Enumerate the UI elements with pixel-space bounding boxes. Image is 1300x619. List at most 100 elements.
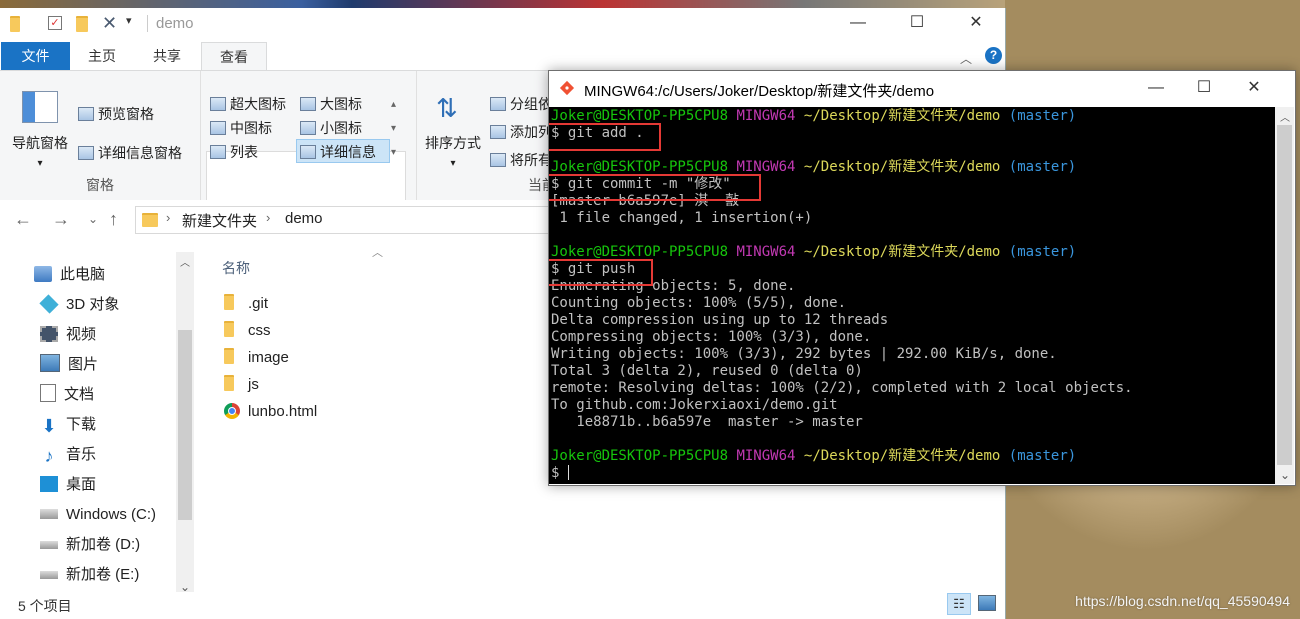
nav-item-drive-e[interactable]: 新加卷 (E:) bbox=[40, 560, 139, 590]
breadcrumb-item[interactable]: demo bbox=[285, 210, 323, 227]
small-icons-icon bbox=[300, 121, 316, 135]
terminal-scrollbar[interactable]: ︿ ⌄ bbox=[1275, 107, 1294, 484]
navigation-pane-button[interactable]: 导航窗格 ▾ bbox=[10, 133, 70, 169]
maximize-button[interactable]: ☐ bbox=[1189, 77, 1219, 99]
windows-drive-icon bbox=[40, 509, 58, 519]
breadcrumb-item[interactable]: 新建文件夹 bbox=[182, 210, 257, 231]
new-folder-icon[interactable] bbox=[76, 16, 90, 32]
layout-scroll-arrows[interactable]: ▴ ▾ ▾ bbox=[391, 93, 396, 165]
chrome-icon bbox=[224, 403, 240, 419]
add-columns-button[interactable]: 添加列 bbox=[490, 122, 552, 142]
minimize-button[interactable]: — bbox=[1141, 77, 1171, 99]
properties-icon[interactable]: ✓ bbox=[48, 16, 62, 30]
nav-item-this-pc[interactable]: 此电脑 bbox=[34, 260, 105, 290]
folder-icon bbox=[224, 348, 234, 364]
folder-icon bbox=[142, 213, 158, 227]
details-pane-button[interactable]: 详细信息窗格 bbox=[78, 143, 182, 163]
text-cursor bbox=[567, 465, 569, 480]
sort-by-button[interactable]: 排序方式 ▾ bbox=[422, 133, 484, 169]
explorer-titlebar: ✓ ✕ ▾ demo — ☐ ✕ bbox=[0, 8, 1005, 40]
output-line: Total 3 (delta 2), reused 0 (delta 0) bbox=[551, 363, 863, 379]
breadcrumb-separator-icon: › bbox=[166, 210, 171, 225]
nav-item-downloads[interactable]: ⬇ 下载 bbox=[40, 410, 96, 440]
drive-icon bbox=[40, 541, 58, 549]
output-line: Compressing objects: 100% (3/3), done. bbox=[551, 329, 872, 345]
tab-file[interactable]: 文件 bbox=[1, 42, 70, 70]
chevron-down-icon[interactable]: ▾ bbox=[126, 14, 140, 28]
scroll-up-icon[interactable]: ︿ bbox=[1280, 109, 1290, 124]
tab-share[interactable]: 共享 bbox=[145, 42, 189, 70]
nav-item-3d-objects[interactable]: 3D 对象 bbox=[39, 290, 119, 320]
details-view-icon[interactable]: ☷ bbox=[947, 593, 971, 615]
delete-icon[interactable]: ✕ bbox=[102, 13, 117, 33]
input-line[interactable]: $ bbox=[551, 465, 569, 482]
size-columns-button[interactable]: 将所有 bbox=[490, 150, 552, 170]
sort-icon: ⇅ bbox=[436, 93, 458, 123]
list-item[interactable]: lunbo.html bbox=[224, 399, 317, 425]
preview-pane-button[interactable]: 预览窗格 bbox=[78, 104, 154, 124]
list-item[interactable]: css bbox=[224, 318, 271, 344]
highlight-box bbox=[549, 174, 761, 201]
folder-icon bbox=[224, 321, 234, 337]
layout-details[interactable]: 详细信息 bbox=[300, 142, 376, 162]
nav-item-pictures[interactable]: 图片 bbox=[40, 350, 98, 380]
window-title: demo bbox=[156, 15, 194, 32]
recent-locations-icon[interactable]: ⌄ bbox=[88, 212, 98, 226]
highlight-box bbox=[549, 123, 661, 151]
status-bar: 5 个项目 ☷ bbox=[0, 592, 1005, 619]
minimize-button[interactable]: — bbox=[843, 12, 873, 34]
layout-large-icons[interactable]: 大图标 bbox=[300, 94, 362, 114]
size-columns-icon bbox=[490, 153, 506, 167]
tab-view[interactable]: 查看 bbox=[201, 42, 267, 71]
nav-item-windows-c[interactable]: Windows (C:) bbox=[40, 500, 156, 530]
collapse-ribbon-icon[interactable]: ︿ bbox=[960, 50, 972, 67]
back-arrow-icon[interactable]: ← bbox=[14, 209, 32, 230]
layout-small-icons[interactable]: 小图标 bbox=[300, 118, 362, 138]
videos-icon bbox=[40, 326, 58, 342]
downloads-icon: ⬇ bbox=[41, 416, 57, 436]
drive-icon bbox=[40, 571, 58, 579]
details-icon bbox=[300, 145, 316, 159]
nav-item-desktop[interactable]: 桌面 bbox=[40, 470, 96, 500]
maximize-button[interactable]: ☐ bbox=[902, 12, 932, 34]
large-icons-view-icon[interactable] bbox=[978, 595, 996, 611]
output-line: Counting objects: 100% (5/5), done. bbox=[551, 295, 847, 311]
output-line: remote: Resolving deltas: 100% (2/2), co… bbox=[551, 380, 1133, 396]
tab-home[interactable]: 主页 bbox=[80, 42, 124, 70]
layout-medium-icons[interactable]: 中图标 bbox=[210, 118, 272, 138]
nav-item-videos[interactable]: 视频 bbox=[40, 320, 96, 350]
preview-pane-icon bbox=[78, 107, 94, 121]
pc-icon bbox=[34, 266, 52, 282]
list-item[interactable]: .git bbox=[224, 291, 268, 317]
nav-item-drive-d[interactable]: 新加卷 (D:) bbox=[40, 530, 140, 560]
close-button[interactable]: ✕ bbox=[961, 12, 991, 34]
desktop-taskbar-strip bbox=[0, 0, 1005, 8]
output-line: Delta compression using up to 12 threads bbox=[551, 312, 889, 328]
breadcrumb-separator-icon: › bbox=[266, 210, 271, 225]
music-icon: ♪ bbox=[44, 446, 54, 466]
add-columns-icon bbox=[490, 125, 506, 139]
help-icon[interactable]: ? bbox=[985, 47, 1002, 64]
scroll-down-icon[interactable]: ⌄ bbox=[1280, 468, 1290, 482]
terminal-output[interactable]: Joker@DESKTOP-PP5CPU8 MINGW64 ~/Desktop/… bbox=[549, 107, 1275, 484]
group-by-button[interactable]: 分组依 bbox=[490, 94, 552, 114]
column-header-name[interactable]: 名称 bbox=[222, 258, 250, 278]
layout-extra-large-icons[interactable]: 超大图标 bbox=[210, 94, 286, 114]
layout-list[interactable]: 列表 bbox=[210, 142, 258, 162]
ribbon-tabs: 文件 主页 共享 查看 ︿ ? bbox=[0, 40, 1005, 71]
nav-item-music[interactable]: ♪ 音乐 bbox=[40, 440, 97, 470]
forward-arrow-icon[interactable]: → bbox=[52, 209, 70, 230]
list-item[interactable]: image bbox=[224, 345, 289, 371]
scrollbar-thumb[interactable] bbox=[178, 330, 192, 520]
scrollbar-thumb[interactable] bbox=[1277, 125, 1292, 465]
3d-objects-icon bbox=[39, 294, 59, 314]
ribbon-group-current-view: ⇅ 排序方式 ▾ 分组依 添加列 将所有 当前 bbox=[416, 71, 556, 201]
scroll-up-icon[interactable]: ︿ bbox=[180, 254, 190, 269]
navigation-pane: 此电脑 3D 对象 视频 图片 文档 ⬇ 下载 ♪ 音乐 桌面 Windows (C… bbox=[0, 240, 195, 594]
list-item[interactable]: js bbox=[224, 372, 259, 398]
ribbon-group-panes: 导航窗格 ▾ 预览窗格 详细信息窗格 窗格 bbox=[0, 71, 201, 201]
close-button[interactable]: ✕ bbox=[1239, 77, 1269, 99]
up-arrow-icon[interactable]: ↑ bbox=[109, 209, 118, 230]
navigation-scrollbar[interactable]: ︿ ⌄ bbox=[176, 252, 194, 594]
nav-item-documents[interactable]: 文档 bbox=[40, 380, 94, 410]
